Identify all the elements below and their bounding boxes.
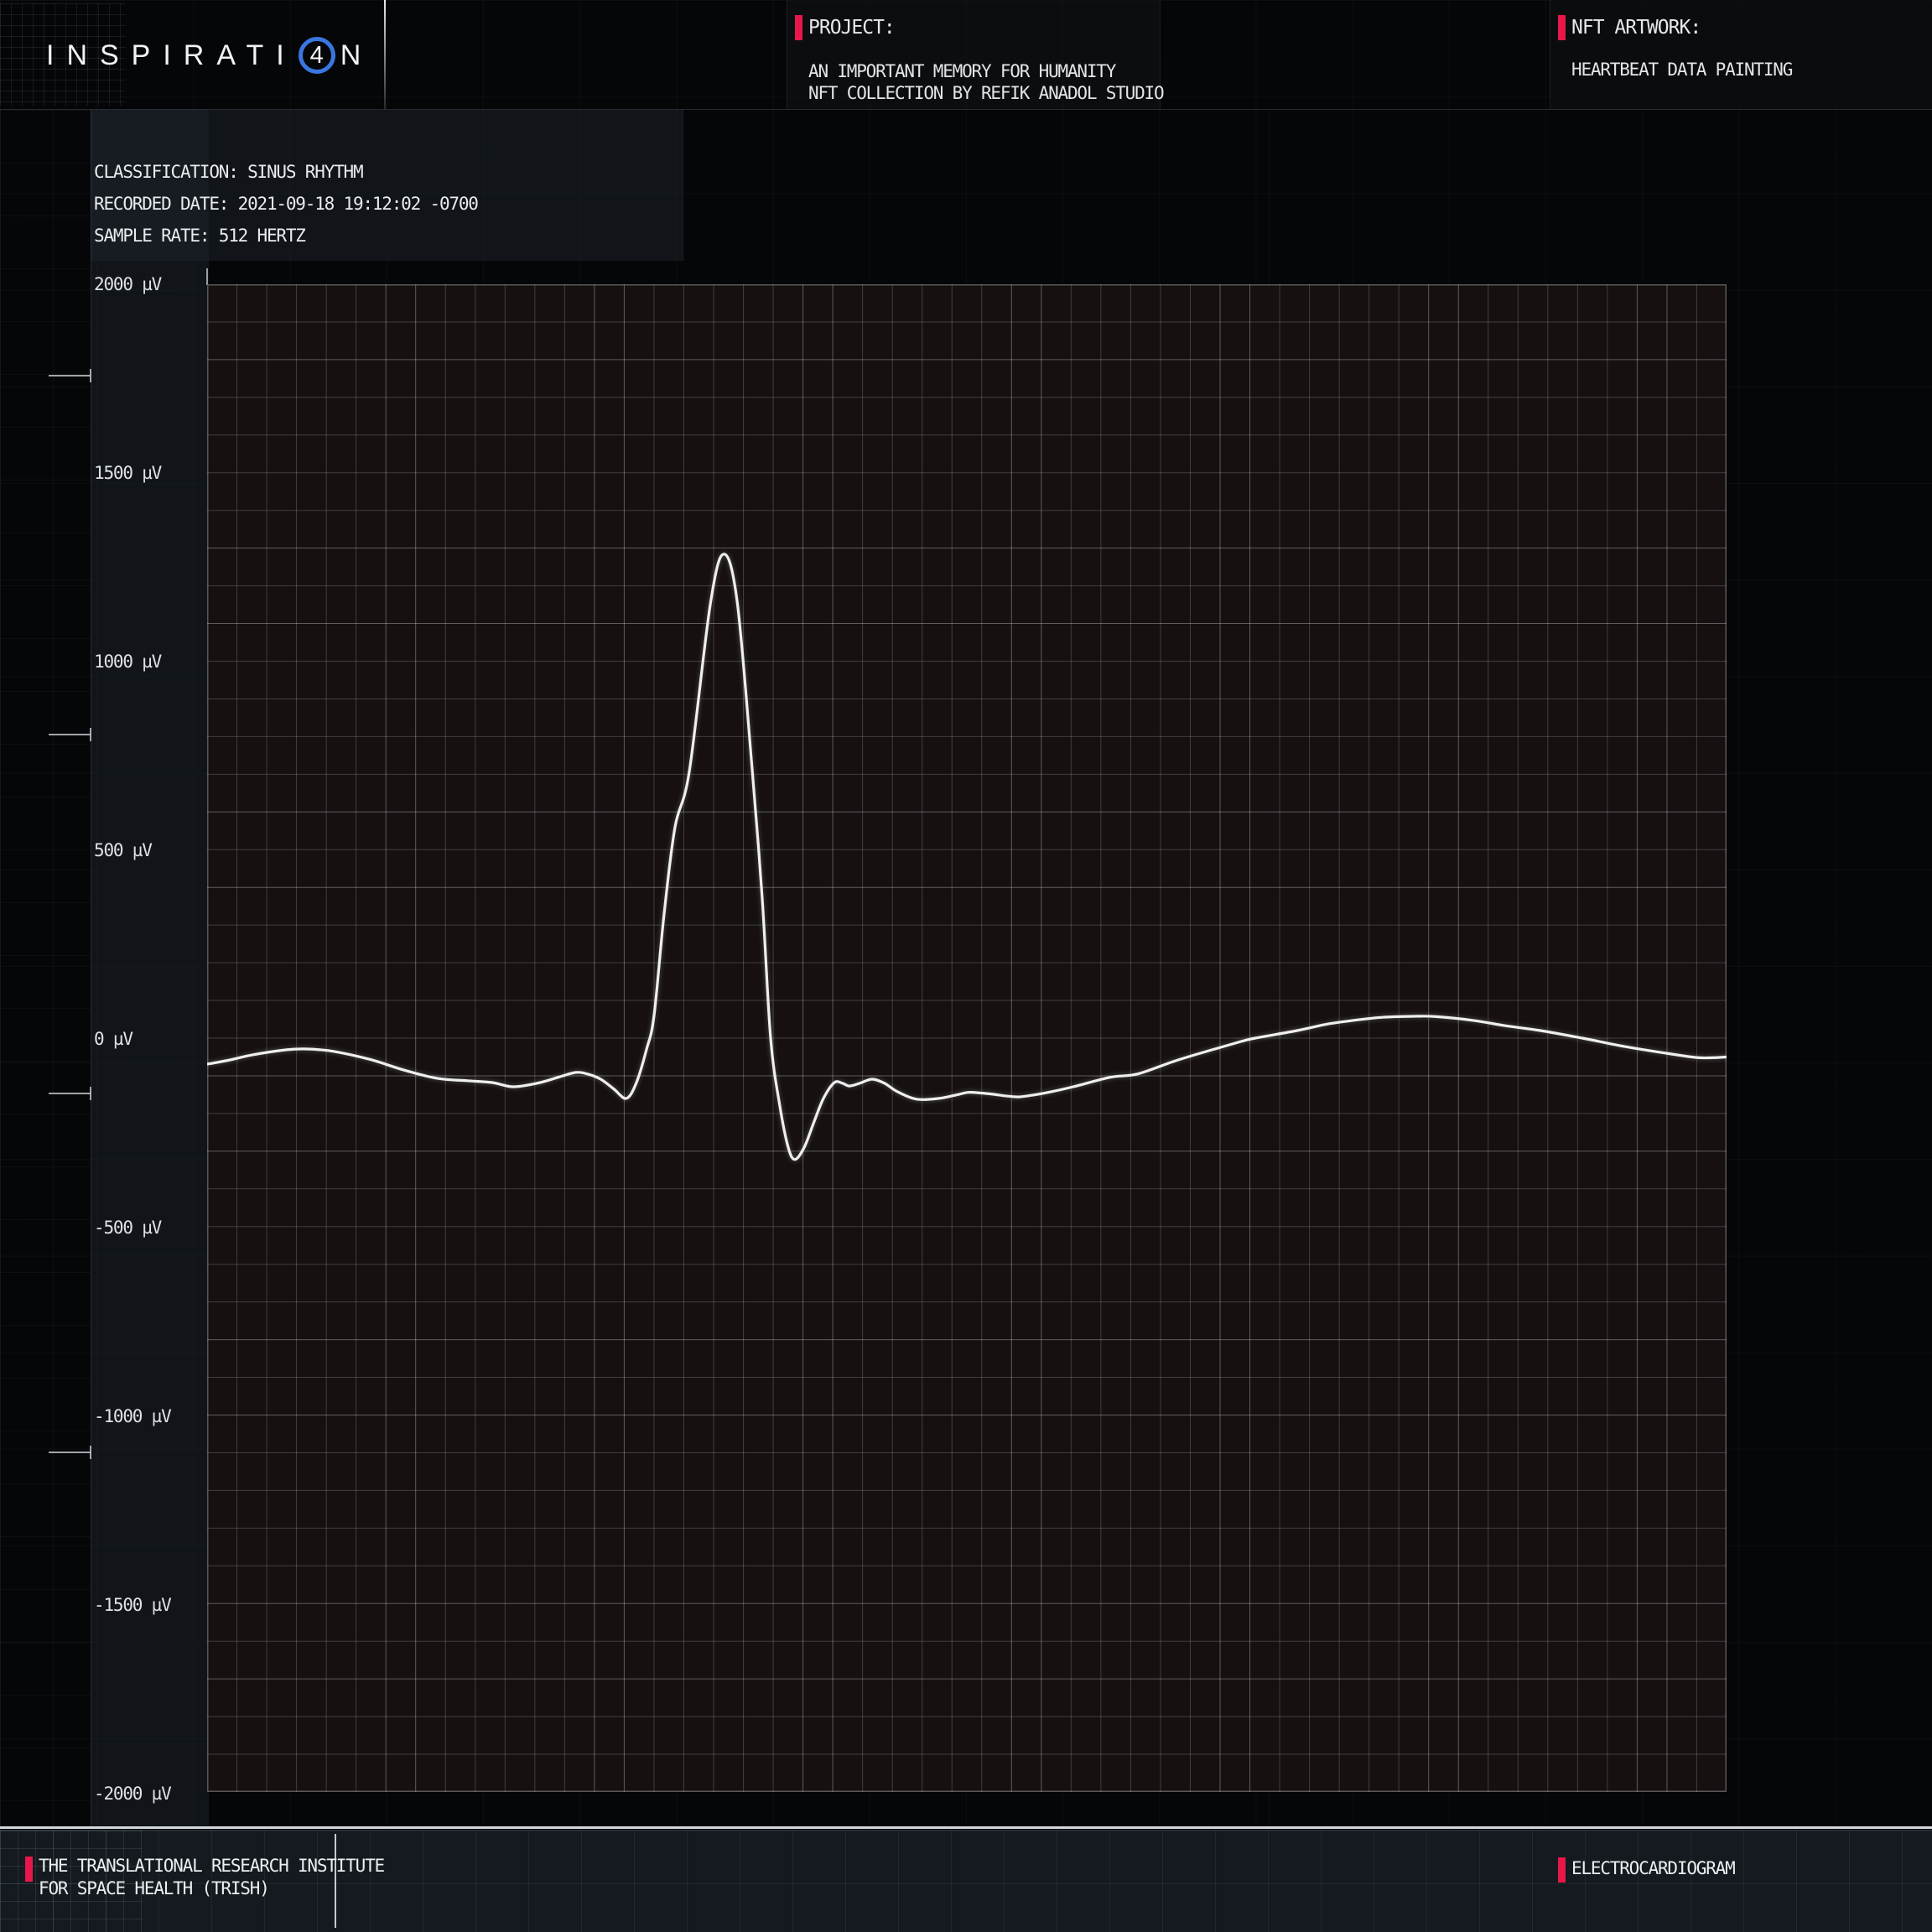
- left-tick-cross: [90, 728, 91, 741]
- ecg-plot: [207, 284, 1727, 1792]
- nft-artwork-canvas: { "header": { "logo": { "pre": "INSPIRAT…: [0, 0, 1932, 1932]
- y-axis-label: -1000 µV: [94, 1406, 171, 1426]
- left-tick: [49, 375, 91, 377]
- classification-text: CLASSIFICATION: SINUS RHYTHM: [94, 156, 478, 188]
- footer-separator-line: [0, 1826, 1932, 1829]
- red-marker-icon: [1558, 15, 1566, 40]
- y-axis-label: -500 µV: [94, 1218, 161, 1238]
- fine-grid-patch-left: [0, 110, 91, 1826]
- header-accent-line: [384, 0, 386, 109]
- left-tick: [49, 1452, 91, 1453]
- y-axis-label: 500 µV: [94, 840, 152, 860]
- institute-section: THE TRANSLATIONAL RESEARCH INSTITUTE FOR…: [25, 1855, 384, 1900]
- recording-metadata: CLASSIFICATION: SINUS RHYTHM RECORDED DA…: [94, 156, 478, 252]
- inspiration4-logo: INSPIRATI 4 N: [46, 32, 373, 79]
- institute-line1: THE TRANSLATIONAL RESEARCH INSTITUTE: [39, 1855, 384, 1877]
- y-axis-label: 2000 µV: [94, 274, 161, 294]
- sample-rate-text: SAMPLE RATE: 512 HERTZ: [94, 220, 478, 252]
- chart-type-label: ELECTROCARDIOGRAM: [1571, 1857, 1735, 1880]
- recorded-date-text: RECORDED DATE: 2021-09-18 19:12:02 -0700: [94, 188, 478, 220]
- logo-text-pre: INSPIRATI: [46, 39, 297, 72]
- project-line1: AN IMPORTANT MEMORY FOR HUMANITY: [808, 60, 1163, 82]
- left-tick-cross: [90, 1087, 91, 1100]
- project-label: PROJECT:: [808, 17, 895, 39]
- project-line2: NFT COLLECTION BY REFIK ANADOL STUDIO: [808, 82, 1163, 104]
- red-marker-icon: [25, 1857, 33, 1882]
- y-axis-label: -1500 µV: [94, 1595, 171, 1615]
- y-axis-label: 1000 µV: [94, 652, 161, 672]
- artwork-section: NFT ARTWORK: HEARTBEAT DATA PAINTING: [1558, 15, 1792, 80]
- red-marker-icon: [795, 15, 802, 40]
- project-section: PROJECT: AN IMPORTANT MEMORY FOR HUMANIT…: [795, 15, 1163, 104]
- institute-line2: FOR SPACE HEALTH (TRISH): [39, 1877, 384, 1900]
- artwork-label: NFT ARTWORK:: [1571, 17, 1701, 39]
- left-tick: [49, 734, 91, 735]
- y-axis-label: -2000 µV: [94, 1784, 171, 1804]
- y-axis-label: 0 µV: [94, 1029, 132, 1049]
- y-axis-label: 1500 µV: [94, 463, 161, 483]
- plot-corner-tick: [206, 268, 208, 285]
- left-tick: [49, 1093, 91, 1094]
- axis-label-column: [91, 110, 209, 1826]
- left-tick-cross: [90, 369, 91, 382]
- logo-text-post: N: [340, 39, 374, 72]
- logo-circled-4-icon: 4: [299, 37, 335, 74]
- artwork-name: HEARTBEAT DATA PAINTING: [1571, 59, 1792, 80]
- red-marker-icon: [1558, 1857, 1566, 1883]
- ecg-trace: [207, 554, 1727, 1160]
- left-tick-cross: [90, 1446, 91, 1459]
- plot-gridlines: [207, 284, 1727, 1792]
- ecg-plot-svg: [207, 284, 1727, 1792]
- chart-type-section: ELECTROCARDIOGRAM: [1558, 1857, 1735, 1883]
